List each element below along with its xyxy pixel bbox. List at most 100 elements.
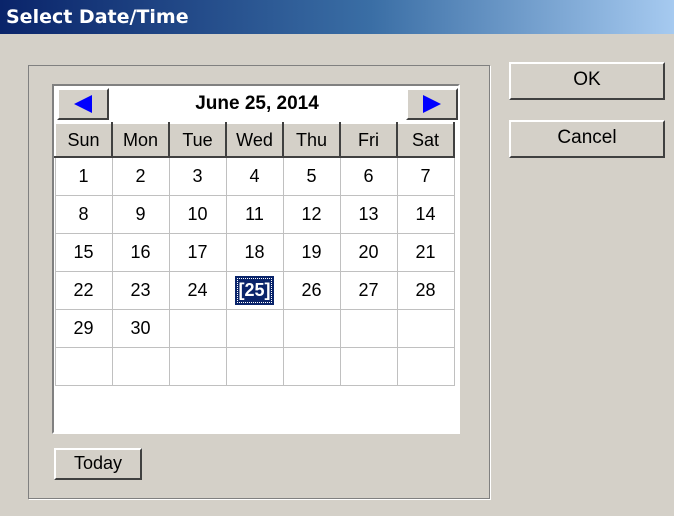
day-cell bbox=[282, 308, 341, 348]
day-grid: Sun Mon Tue Wed Thu Fri Sat 1 2 3 4 5 6 7 8 9 10 11 12 13 1… bbox=[54, 122, 455, 386]
day-cell bbox=[339, 346, 398, 386]
selected-day-cell[interactable]: [25] bbox=[225, 270, 284, 310]
day-cell[interactable]: 6 bbox=[339, 156, 398, 196]
day-cell[interactable]: 10 bbox=[168, 194, 227, 234]
day-number: 14 bbox=[415, 203, 436, 224]
day-cell bbox=[282, 346, 341, 386]
day-number: 12 bbox=[301, 203, 322, 224]
weekday-header: Tue bbox=[168, 122, 227, 158]
weekday-header: Thu bbox=[282, 122, 341, 158]
day-number: 1 bbox=[78, 165, 89, 186]
day-number: 21 bbox=[415, 241, 436, 262]
day-cell[interactable]: 2 bbox=[111, 156, 170, 196]
title-bar[interactable]: Select Date/Time bbox=[0, 0, 674, 34]
weekday-header: Sun bbox=[54, 122, 113, 158]
weekday-header: Wed bbox=[225, 122, 284, 158]
month-title: June 25, 2014 bbox=[195, 93, 319, 114]
day-number: 20 bbox=[358, 241, 379, 262]
day-number: 17 bbox=[187, 241, 208, 262]
today-button[interactable]: Today bbox=[54, 448, 142, 480]
day-number: 6 bbox=[363, 165, 374, 186]
day-cell[interactable]: 26 bbox=[282, 270, 341, 310]
day-cell bbox=[225, 308, 284, 348]
day-number: 26 bbox=[301, 279, 322, 300]
day-cell[interactable]: 29 bbox=[54, 308, 113, 348]
right-arrow-icon bbox=[423, 95, 441, 113]
day-number: 4 bbox=[249, 165, 260, 186]
day-cell bbox=[225, 346, 284, 386]
day-number: 13 bbox=[358, 203, 379, 224]
day-number: 23 bbox=[130, 279, 151, 300]
previous-month-button[interactable] bbox=[57, 88, 109, 120]
day-number: [25] bbox=[235, 275, 274, 305]
week-row: 1 2 3 4 5 6 7 bbox=[54, 156, 455, 196]
cancel-button[interactable]: Cancel bbox=[509, 120, 665, 158]
next-month-button[interactable] bbox=[406, 88, 458, 120]
day-cell[interactable]: 7 bbox=[396, 156, 455, 196]
day-number: 5 bbox=[306, 165, 317, 186]
day-number: 9 bbox=[135, 203, 146, 224]
day-cell[interactable]: 8 bbox=[54, 194, 113, 234]
day-number: 3 bbox=[192, 165, 203, 186]
day-cell[interactable]: 19 bbox=[282, 232, 341, 272]
day-number: 18 bbox=[244, 241, 265, 262]
day-cell[interactable]: 23 bbox=[111, 270, 170, 310]
day-cell[interactable]: 5 bbox=[282, 156, 341, 196]
day-cell[interactable]: 15 bbox=[54, 232, 113, 272]
day-cell bbox=[339, 308, 398, 348]
day-number: 28 bbox=[415, 279, 436, 300]
day-cell[interactable]: 28 bbox=[396, 270, 455, 310]
day-number: 10 bbox=[187, 203, 208, 224]
day-cell[interactable]: 4 bbox=[225, 156, 284, 196]
left-arrow-icon bbox=[74, 95, 92, 113]
day-number: 2 bbox=[135, 165, 146, 186]
day-cell[interactable]: 30 bbox=[111, 308, 170, 348]
weekday-header: Mon bbox=[111, 122, 170, 158]
day-cell[interactable]: 1 bbox=[54, 156, 113, 196]
day-cell[interactable]: 12 bbox=[282, 194, 341, 234]
day-cell bbox=[396, 308, 455, 348]
weekday-header-row: Sun Mon Tue Wed Thu Fri Sat bbox=[54, 122, 455, 158]
day-number: 22 bbox=[73, 279, 94, 300]
day-cell[interactable]: 3 bbox=[168, 156, 227, 196]
week-row bbox=[54, 346, 455, 386]
day-cell[interactable]: 20 bbox=[339, 232, 398, 272]
day-cell[interactable]: 11 bbox=[225, 194, 284, 234]
day-number: 19 bbox=[301, 241, 322, 262]
day-cell[interactable]: 24 bbox=[168, 270, 227, 310]
day-number: 30 bbox=[130, 317, 151, 338]
calendar: June 25, 2014 Sun Mon Tue Wed Thu Fri Sat 1234… bbox=[52, 84, 460, 434]
day-number: 16 bbox=[130, 241, 151, 262]
week-row: 15 16 17 18 19 20 21 bbox=[54, 232, 455, 272]
day-number: 7 bbox=[420, 165, 431, 186]
week-row: 8 9 10 11 12 13 14 bbox=[54, 194, 455, 234]
day-cell[interactable]: 14 bbox=[396, 194, 455, 234]
day-cell[interactable]: 22 bbox=[54, 270, 113, 310]
day-number: 24 bbox=[187, 279, 208, 300]
window-title: Select Date/Time bbox=[6, 6, 189, 28]
day-cell[interactable]: 9 bbox=[111, 194, 170, 234]
day-cell bbox=[168, 346, 227, 386]
day-cell bbox=[396, 346, 455, 386]
day-cell[interactable]: 27 bbox=[339, 270, 398, 310]
day-cell[interactable]: 17 bbox=[168, 232, 227, 272]
calendar-nav: June 25, 2014 bbox=[54, 86, 458, 122]
date-time-dialog: Select Date/Time June 25, 2014 Sun Mon Tue… bbox=[0, 0, 674, 516]
day-number: 11 bbox=[245, 203, 264, 224]
day-cell bbox=[111, 346, 170, 386]
day-number: 8 bbox=[78, 203, 89, 224]
day-number: 29 bbox=[73, 317, 94, 338]
ok-button[interactable]: OK bbox=[509, 62, 665, 100]
weekday-header: Sat bbox=[396, 122, 455, 158]
week-row: 29 30 bbox=[54, 308, 455, 348]
day-cell[interactable]: 21 bbox=[396, 232, 455, 272]
day-cell bbox=[168, 308, 227, 348]
week-row: 22 23 24 [25] 26 27 28 bbox=[54, 270, 455, 310]
day-number: 15 bbox=[73, 241, 94, 262]
day-cell[interactable]: 13 bbox=[339, 194, 398, 234]
day-cell bbox=[54, 346, 113, 386]
weekday-header: Fri bbox=[339, 122, 398, 158]
day-number: 27 bbox=[358, 279, 379, 300]
day-cell[interactable]: 18 bbox=[225, 232, 284, 272]
day-cell[interactable]: 16 bbox=[111, 232, 170, 272]
